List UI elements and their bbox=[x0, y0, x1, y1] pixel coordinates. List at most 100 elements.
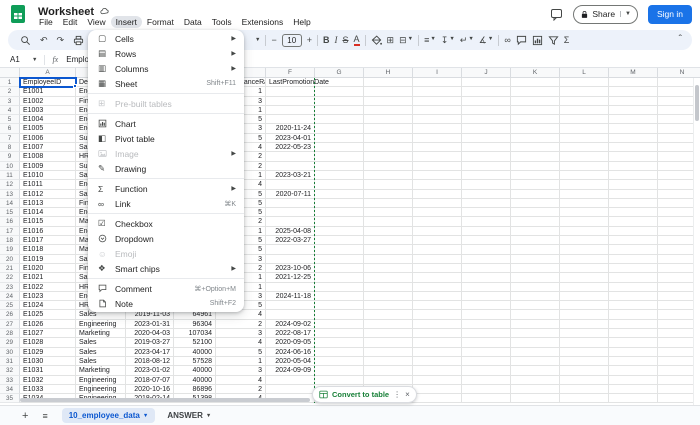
text-color-icon[interactable]: A bbox=[353, 34, 360, 46]
cell-F27[interactable]: 2024-09-02 bbox=[266, 319, 315, 330]
sheets-logo-icon[interactable] bbox=[11, 5, 25, 28]
cell-L23[interactable] bbox=[560, 282, 609, 292]
cell-A32[interactable]: E1031 bbox=[20, 366, 76, 376]
cell-I15[interactable] bbox=[413, 208, 462, 218]
column-header-M[interactable]: M bbox=[609, 68, 658, 78]
cell-B30[interactable]: Sales bbox=[76, 347, 126, 357]
cell-K31[interactable] bbox=[511, 356, 560, 367]
cell-K15[interactable] bbox=[511, 208, 560, 218]
cell-I3[interactable] bbox=[413, 96, 462, 106]
cell-M26[interactable] bbox=[609, 310, 658, 320]
column-header-N[interactable]: N bbox=[658, 68, 700, 78]
cell-G33[interactable] bbox=[315, 375, 364, 385]
cell-K10[interactable] bbox=[511, 161, 560, 171]
cell-I20[interactable] bbox=[413, 254, 462, 264]
cell-A34[interactable]: E1033 bbox=[20, 384, 76, 395]
cell-M25[interactable] bbox=[609, 301, 658, 311]
cell-F19[interactable] bbox=[266, 245, 315, 255]
vertical-align-icon[interactable]: ↧ ▼ bbox=[441, 35, 455, 45]
cell-M23[interactable] bbox=[609, 282, 658, 292]
cell-F28[interactable]: 2022-08-17 bbox=[266, 329, 315, 339]
menu-item-chart[interactable]: Chart bbox=[88, 116, 244, 131]
cell-K9[interactable] bbox=[511, 152, 560, 162]
vertical-scrollbar[interactable] bbox=[693, 78, 700, 405]
cell-G29[interactable] bbox=[315, 338, 364, 348]
row-header-18[interactable]: 18 bbox=[0, 236, 20, 246]
cell-C32[interactable]: 2023-01-02 bbox=[126, 366, 174, 376]
cell-J9[interactable] bbox=[462, 152, 511, 162]
cell-H11[interactable] bbox=[364, 170, 413, 181]
cell-G21[interactable] bbox=[315, 263, 364, 274]
cell-F15[interactable] bbox=[266, 208, 315, 218]
cell-L17[interactable] bbox=[560, 226, 609, 237]
cell-J26[interactable] bbox=[462, 310, 511, 320]
cell-F25[interactable] bbox=[266, 301, 315, 311]
cell-M2[interactable] bbox=[609, 87, 658, 97]
cell-L2[interactable] bbox=[560, 87, 609, 97]
row-header-7[interactable]: 7 bbox=[0, 133, 20, 144]
cell-I23[interactable] bbox=[413, 282, 462, 292]
row-header-19[interactable]: 19 bbox=[0, 245, 20, 255]
menu-data[interactable]: Data bbox=[179, 16, 207, 28]
cell-F21[interactable]: 2023-10-06 bbox=[266, 263, 315, 274]
cell-K5[interactable] bbox=[511, 115, 560, 125]
cell-H3[interactable] bbox=[364, 96, 413, 106]
cell-J3[interactable] bbox=[462, 96, 511, 106]
horizontal-scrollbar-thumb[interactable] bbox=[20, 398, 310, 402]
cell-A27[interactable]: E1026 bbox=[20, 319, 76, 330]
menu-item-comment[interactable]: Comment ⌘+Option+M bbox=[88, 281, 244, 296]
cell-A33[interactable]: E1032 bbox=[20, 375, 76, 385]
bold-icon[interactable]: B bbox=[323, 35, 330, 45]
menu-item-pivot-table[interactable]: ◧ Pivot table bbox=[88, 131, 244, 146]
row-header-26[interactable]: 26 bbox=[0, 310, 20, 320]
cell-K6[interactable] bbox=[511, 124, 560, 134]
cell-H24[interactable] bbox=[364, 291, 413, 302]
cell-M18[interactable] bbox=[609, 236, 658, 246]
cell-F13[interactable]: 2020-07-11 bbox=[266, 189, 315, 199]
cell-M17[interactable] bbox=[609, 226, 658, 237]
cell-J2[interactable] bbox=[462, 87, 511, 97]
cell-L34[interactable] bbox=[560, 384, 609, 395]
row-header-27[interactable]: 27 bbox=[0, 319, 20, 330]
cell-F3[interactable] bbox=[266, 96, 315, 106]
cell-I28[interactable] bbox=[413, 329, 462, 339]
cell-J16[interactable] bbox=[462, 217, 511, 227]
cell-L20[interactable] bbox=[560, 254, 609, 264]
menu-extensions[interactable]: Extensions bbox=[237, 16, 289, 28]
cell-M1[interactable] bbox=[609, 78, 658, 88]
cell-I14[interactable] bbox=[413, 198, 462, 209]
cell-F12[interactable] bbox=[266, 180, 315, 190]
cell-J10[interactable] bbox=[462, 161, 511, 171]
cell-J30[interactable] bbox=[462, 347, 511, 357]
cell-H21[interactable] bbox=[364, 263, 413, 274]
cell-L29[interactable] bbox=[560, 338, 609, 348]
cell-I31[interactable] bbox=[413, 356, 462, 367]
cell-H18[interactable] bbox=[364, 236, 413, 246]
cell-F18[interactable]: 2022-03-27 bbox=[266, 236, 315, 246]
cell-M14[interactable] bbox=[609, 198, 658, 209]
cell-I11[interactable] bbox=[413, 170, 462, 181]
cell-I27[interactable] bbox=[413, 319, 462, 330]
cell-B32[interactable]: Marketing bbox=[76, 366, 126, 376]
cell-J20[interactable] bbox=[462, 254, 511, 264]
cell-L7[interactable] bbox=[560, 133, 609, 144]
cell-G20[interactable] bbox=[315, 254, 364, 264]
cell-M12[interactable] bbox=[609, 180, 658, 190]
cell-I17[interactable] bbox=[413, 226, 462, 237]
search-icon[interactable] bbox=[20, 35, 31, 46]
row-header-14[interactable]: 14 bbox=[0, 198, 20, 209]
cell-I10[interactable] bbox=[413, 161, 462, 171]
cell-G2[interactable] bbox=[315, 87, 364, 97]
cell-F7[interactable]: 2023-04-01 bbox=[266, 133, 315, 144]
cell-A2[interactable]: E1001 bbox=[20, 87, 76, 97]
menu-view[interactable]: View bbox=[82, 16, 110, 28]
cell-H13[interactable] bbox=[364, 189, 413, 199]
font-size-input[interactable]: 10 bbox=[281, 33, 302, 47]
cell-K29[interactable] bbox=[511, 338, 560, 348]
cell-M19[interactable] bbox=[609, 245, 658, 255]
cell-K11[interactable] bbox=[511, 170, 560, 181]
cell-I35[interactable] bbox=[413, 394, 462, 404]
cell-L19[interactable] bbox=[560, 245, 609, 255]
cell-F33[interactable] bbox=[266, 375, 315, 385]
cell-H20[interactable] bbox=[364, 254, 413, 264]
